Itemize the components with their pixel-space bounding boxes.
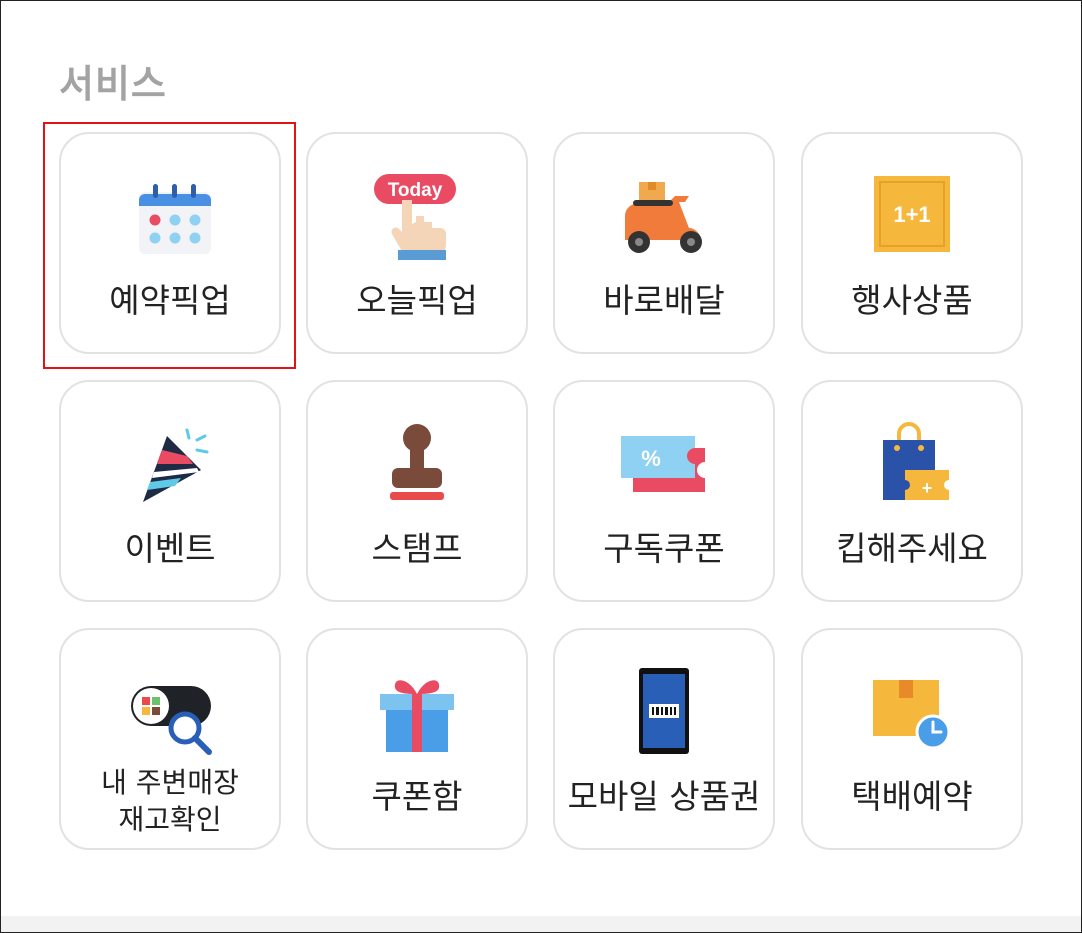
service-today-pickup[interactable]: Today 오늘픽업 xyxy=(306,132,528,354)
service-mobile-gift-card[interactable]: 모바일 상품권 xyxy=(553,628,775,850)
service-label: 구독쿠폰 xyxy=(603,529,725,568)
services-panel: 서비스 예약픽업 Today 오늘픽업 바로배달 1+1 행사상품 이벤트 스탬… xyxy=(0,0,1082,933)
service-keep-it[interactable]: + 킵해주세요 xyxy=(801,380,1023,602)
percent-coupon-icon: % xyxy=(619,418,709,508)
percent-text: % xyxy=(641,446,661,471)
service-coupon-box[interactable]: 쿠폰함 xyxy=(306,628,528,850)
party-popper-icon xyxy=(125,418,215,508)
section-title: 서비스 xyxy=(59,62,167,106)
today-badge-text: Today xyxy=(388,180,443,201)
service-label: 쿠폰함 xyxy=(371,777,463,816)
gift-box-icon xyxy=(372,666,462,756)
service-direct-delivery[interactable]: 바로배달 xyxy=(553,132,775,354)
nearby-stock-search-icon xyxy=(125,666,215,756)
bottom-divider xyxy=(1,916,1081,932)
scooter-icon xyxy=(619,170,709,260)
service-label: 킵해주세요 xyxy=(836,529,988,568)
parcel-clock-icon xyxy=(867,666,957,756)
one-plus-one-icon: 1+1 xyxy=(867,170,957,260)
service-parcel-reservation[interactable]: 택배예약 xyxy=(801,628,1023,850)
shopping-bag-ticket-icon: + xyxy=(867,418,957,508)
today-tap-icon: Today xyxy=(372,170,462,260)
service-label: 모바일 상품권 xyxy=(567,777,761,816)
mobile-barcode-icon xyxy=(619,666,709,756)
service-promo-products[interactable]: 1+1 행사상품 xyxy=(801,132,1023,354)
service-label: 바로배달 xyxy=(603,281,725,320)
service-subscription-coupon[interactable]: % 구독쿠폰 xyxy=(553,380,775,602)
service-label: 택배예약 xyxy=(851,777,973,816)
one-plus-one-text: 1+1 xyxy=(893,202,930,227)
service-event[interactable]: 이벤트 xyxy=(59,380,281,602)
service-label: 이벤트 xyxy=(124,529,216,568)
svg-text:+: + xyxy=(922,478,933,498)
service-stamp[interactable]: 스탬프 xyxy=(306,380,528,602)
selection-highlight xyxy=(43,122,296,369)
service-nearby-stock[interactable]: 내 주변매장 재고확인 xyxy=(59,628,281,850)
service-label: 오늘픽업 xyxy=(356,281,478,320)
service-label: 스탬프 xyxy=(371,529,463,568)
stamp-icon xyxy=(372,418,462,508)
service-label: 행사상품 xyxy=(851,281,973,320)
service-label: 내 주변매장 재고확인 xyxy=(101,766,239,836)
